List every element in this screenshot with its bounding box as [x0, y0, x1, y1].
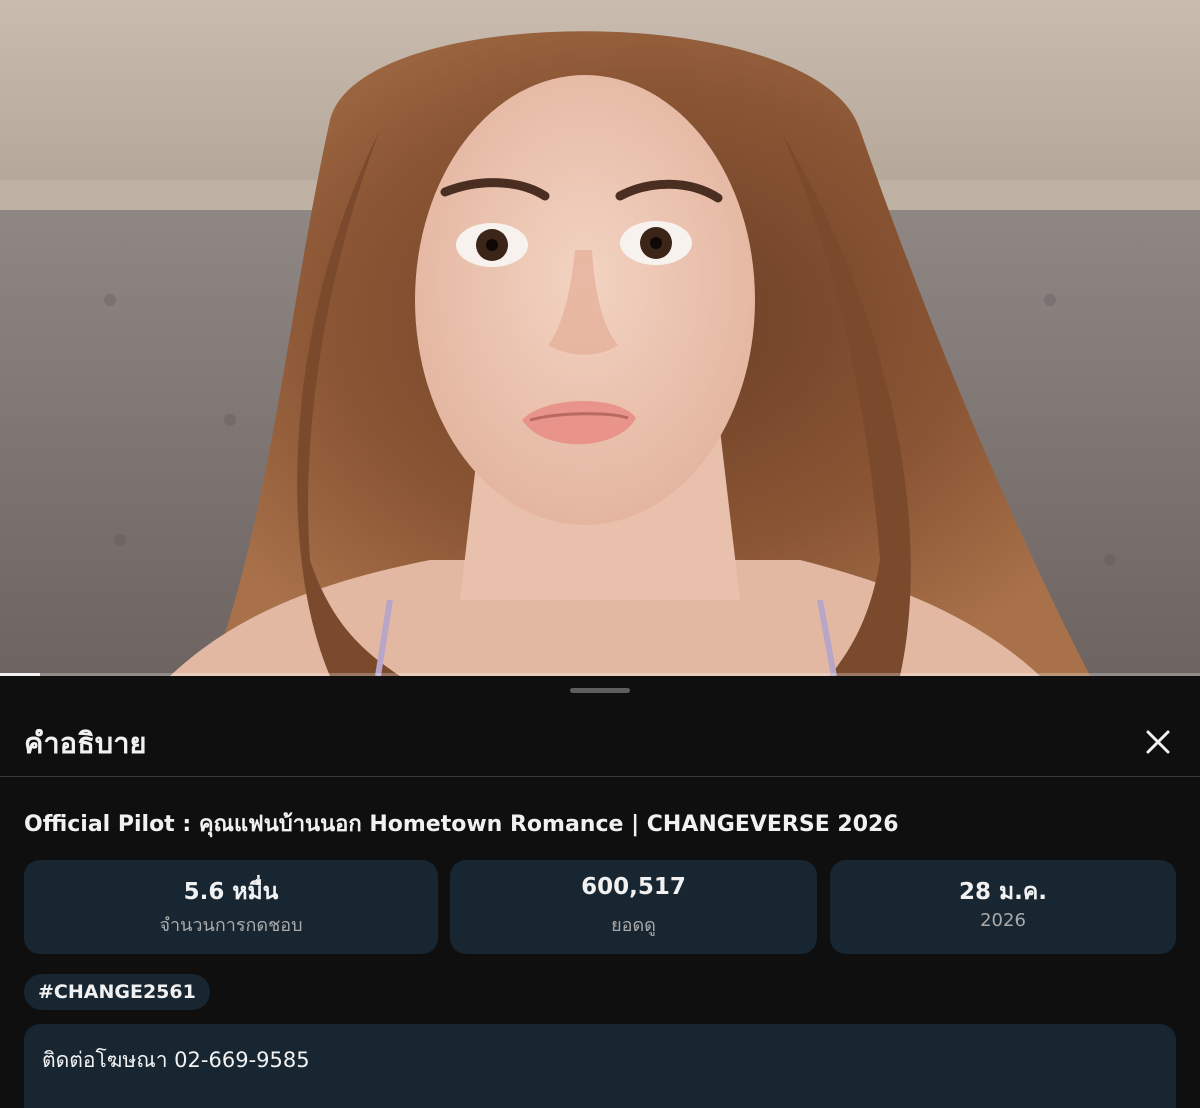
date-stat-card: 28 ม.ค. 2026 [830, 860, 1176, 954]
video-title: Official Pilot : คุณแฟนบ้านนอก Hometown … [24, 812, 899, 837]
likes-label: จำนวนการกดชอบ [159, 915, 303, 936]
close-button[interactable] [1140, 724, 1176, 760]
video-frame-image [0, 0, 1200, 676]
publish-date: 28 ม.ค. [958, 879, 1048, 905]
sheet-title: คำอธิบาย [24, 726, 147, 760]
video-player[interactable] [0, 0, 1200, 676]
views-count: 600,517 [581, 874, 686, 900]
sheet-header: คำอธิบาย [0, 706, 1200, 777]
description-sheet: คำอธิบาย Official Pilot : คุณแฟนบ้านนอก … [0, 676, 1200, 1108]
likes-count: 5.6 หมื่น [183, 879, 279, 905]
description-box: ติดต่อโฆษณา 02-669-9585 [24, 1024, 1176, 1108]
description-text: ติดต่อโฆษณา 02-669-9585 [42, 1048, 310, 1072]
likes-stat-card: 5.6 หมื่น จำนวนการกดชอบ [24, 860, 438, 954]
views-label: ยอดดู [611, 915, 656, 936]
publish-year: 2026 [980, 910, 1026, 931]
hashtag-chip[interactable]: #CHANGE2561 [24, 974, 210, 1010]
app-screen: คำอธิบาย Official Pilot : คุณแฟนบ้านนอก … [0, 0, 1200, 1108]
close-icon [1146, 730, 1170, 754]
stats-row: 5.6 หมื่น จำนวนการกดชอบ 600,517 ยอดดู 28… [24, 860, 1176, 954]
views-stat-card: 600,517 ยอดดู [450, 860, 817, 954]
drag-handle[interactable] [570, 688, 630, 693]
